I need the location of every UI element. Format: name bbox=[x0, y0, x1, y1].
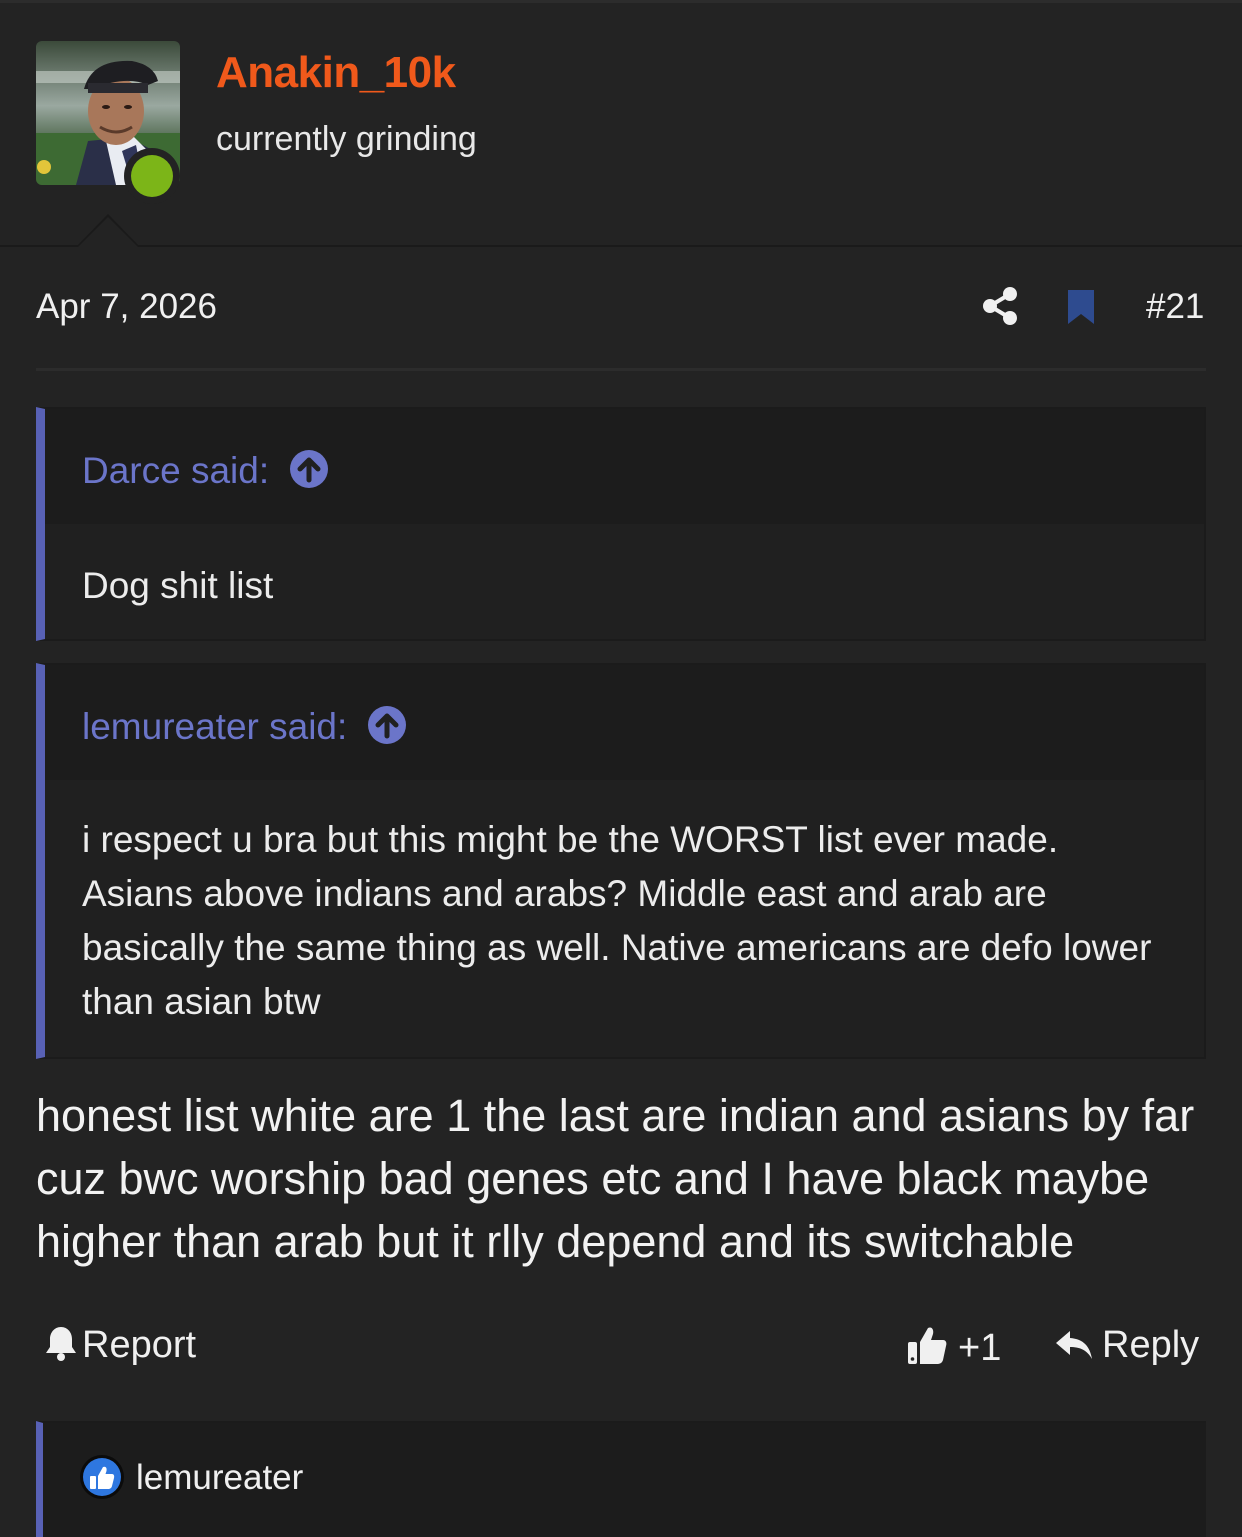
report-button[interactable]: Report bbox=[44, 1324, 196, 1367]
reaction-username[interactable]: lemureater bbox=[136, 1458, 303, 1498]
like-button[interactable]: +1 bbox=[906, 1324, 1001, 1370]
quote-author-label[interactable]: lemureater said: bbox=[82, 706, 347, 747]
reply-label[interactable]: Reply bbox=[1102, 1324, 1199, 1366]
like-badge-icon bbox=[79, 1454, 125, 1500]
quote-block: Darce said: Dog shit list bbox=[36, 407, 1206, 641]
thumbs-up-icon bbox=[908, 1327, 947, 1364]
quote-attribution[interactable]: lemureater said: bbox=[82, 705, 407, 748]
post-message: honest list white are 1 the last are ind… bbox=[36, 1090, 1195, 1267]
quote-block: lemureater said: i respect u bra but thi… bbox=[36, 663, 1206, 1059]
bookmark-icon[interactable] bbox=[1066, 288, 1096, 326]
reply-button[interactable]: Reply bbox=[1054, 1324, 1199, 1367]
share-icon[interactable] bbox=[982, 286, 1018, 326]
arrow-up-circle-icon[interactable] bbox=[289, 449, 329, 489]
quote-attribution[interactable]: Darce said: bbox=[82, 449, 329, 492]
avatar-caret-inner bbox=[78, 217, 138, 247]
post-date[interactable]: Apr 7, 2026 bbox=[36, 287, 217, 327]
online-status-indicator bbox=[124, 148, 180, 204]
arrow-up-circle-icon[interactable] bbox=[367, 705, 407, 745]
post-number[interactable]: #21 bbox=[1146, 287, 1204, 327]
bell-icon bbox=[46, 1327, 76, 1361]
reactions-bar: lemureater bbox=[36, 1421, 1206, 1537]
quote-text: i respect u bra but this might be the WO… bbox=[82, 819, 1152, 1022]
username[interactable]: Anakin_10k bbox=[216, 48, 456, 98]
quote-author-label[interactable]: Darce said: bbox=[82, 450, 269, 491]
user-title: currently grinding bbox=[216, 120, 477, 158]
header-divider bbox=[0, 245, 1242, 247]
quote-text: Dog shit list bbox=[82, 565, 274, 606]
like-count[interactable]: +1 bbox=[958, 1327, 1001, 1369]
post-user-header bbox=[0, 3, 1242, 245]
reply-arrow-icon bbox=[1056, 1331, 1092, 1359]
report-label[interactable]: Report bbox=[82, 1324, 196, 1366]
meta-divider bbox=[36, 368, 1206, 371]
